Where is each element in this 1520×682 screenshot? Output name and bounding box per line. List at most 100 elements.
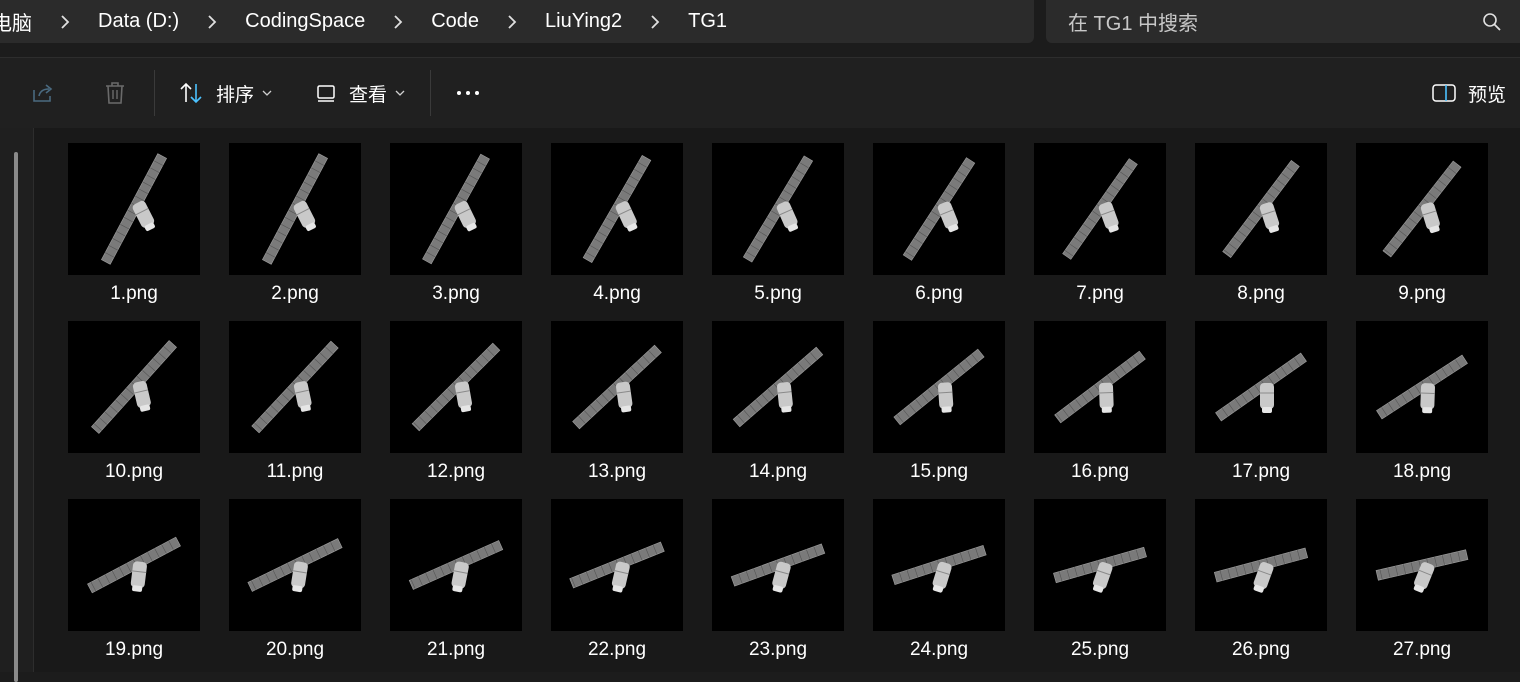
file-name[interactable]: 10.png <box>59 461 209 483</box>
file-thumbnail[interactable] <box>390 499 522 631</box>
file-item[interactable]: 24.png <box>864 484 1014 656</box>
search-placeholder[interactable]: 在 TG1 中搜索 <box>1068 7 1482 36</box>
file-thumbnail[interactable] <box>229 143 361 275</box>
file-thumbnail[interactable] <box>712 321 844 453</box>
file-name[interactable]: 5.png <box>703 283 853 305</box>
breadcrumb-item-data-drive[interactable]: Data (D:) <box>96 10 181 33</box>
file-name[interactable]: 19.png <box>59 639 209 661</box>
file-thumbnail[interactable] <box>1356 321 1488 453</box>
file-name[interactable]: 15.png <box>864 461 1014 483</box>
file-thumbnail[interactable] <box>1034 143 1166 275</box>
file-name[interactable]: 11.png <box>220 461 370 483</box>
file-thumbnail[interactable] <box>1195 143 1327 275</box>
view-button[interactable]: 查看 <box>315 58 405 128</box>
search-icon[interactable] <box>1482 12 1502 32</box>
sort-button[interactable]: 排序 <box>178 58 272 128</box>
file-item[interactable]: 14.png <box>703 306 853 478</box>
file-name[interactable]: 23.png <box>703 639 853 661</box>
file-thumbnail[interactable] <box>1356 499 1488 631</box>
file-item[interactable]: 17.png <box>1186 306 1336 478</box>
file-name[interactable]: 16.png <box>1025 461 1175 483</box>
file-view[interactable]: 1.png2.png3.png4.png5.png6.png7.png8.png… <box>0 128 1520 672</box>
file-item[interactable]: 9.png <box>1347 128 1497 300</box>
file-name[interactable]: 3.png <box>381 283 531 305</box>
file-item[interactable]: 22.png <box>542 484 692 656</box>
file-thumbnail[interactable] <box>390 143 522 275</box>
file-name[interactable]: 8.png <box>1186 283 1336 305</box>
file-name[interactable]: 25.png <box>1025 639 1175 661</box>
file-thumbnail[interactable] <box>551 321 683 453</box>
file-name[interactable]: 26.png <box>1186 639 1336 661</box>
file-item[interactable]: 15.png <box>864 306 1014 478</box>
file-item[interactable]: 20.png <box>220 484 370 656</box>
file-item[interactable]: 25.png <box>1025 484 1175 656</box>
file-name[interactable]: 13.png <box>542 461 692 483</box>
file-thumbnail[interactable] <box>873 499 1005 631</box>
file-item[interactable]: 21.png <box>381 484 531 656</box>
file-name[interactable]: 6.png <box>864 283 1014 305</box>
chevron-right-icon[interactable] <box>181 11 243 32</box>
file-thumbnail[interactable] <box>68 321 200 453</box>
chevron-right-icon[interactable] <box>34 11 96 32</box>
breadcrumb-item-liuying2[interactable]: LiuYing2 <box>543 10 624 33</box>
file-item[interactable]: 8.png <box>1186 128 1336 300</box>
file-item[interactable]: 19.png <box>59 484 209 656</box>
file-item[interactable]: 13.png <box>542 306 692 478</box>
file-item[interactable]: 6.png <box>864 128 1014 300</box>
file-item[interactable]: 12.png <box>381 306 531 478</box>
file-thumbnail[interactable] <box>1195 499 1327 631</box>
file-thumbnail[interactable] <box>712 143 844 275</box>
chevron-right-icon[interactable] <box>624 11 686 32</box>
file-item[interactable]: 16.png <box>1025 306 1175 478</box>
file-item[interactable]: 27.png <box>1347 484 1497 656</box>
navigation-scrollbar[interactable] <box>14 152 18 682</box>
file-thumbnail[interactable] <box>229 499 361 631</box>
file-name[interactable]: 24.png <box>864 639 1014 661</box>
file-item[interactable]: 2.png <box>220 128 370 300</box>
file-item[interactable]: 26.png <box>1186 484 1336 656</box>
breadcrumb-item-codingspace[interactable]: CodingSpace <box>243 10 367 33</box>
file-name[interactable]: 12.png <box>381 461 531 483</box>
file-item[interactable]: 10.png <box>59 306 209 478</box>
breadcrumb[interactable]: 电脑 Data (D:) CodingSpace Code LiuYing2 T… <box>0 0 1034 43</box>
file-thumbnail[interactable] <box>873 321 1005 453</box>
file-thumbnail[interactable] <box>390 321 522 453</box>
file-name[interactable]: 1.png <box>59 283 209 305</box>
file-name[interactable]: 7.png <box>1025 283 1175 305</box>
file-thumbnail[interactable] <box>1034 499 1166 631</box>
file-thumbnail[interactable] <box>68 143 200 275</box>
file-thumbnail[interactable] <box>68 499 200 631</box>
see-more-button[interactable] <box>455 58 481 128</box>
file-thumbnail[interactable] <box>551 143 683 275</box>
file-thumbnail[interactable] <box>1356 143 1488 275</box>
preview-pane-button[interactable]: 预览 <box>1432 58 1506 128</box>
file-name[interactable]: 14.png <box>703 461 853 483</box>
file-item[interactable]: 4.png <box>542 128 692 300</box>
breadcrumb-item-this-pc[interactable]: 电脑 <box>0 7 34 36</box>
file-item[interactable]: 1.png <box>59 128 209 300</box>
navigation-pane[interactable] <box>0 128 34 672</box>
file-name[interactable]: 4.png <box>542 283 692 305</box>
breadcrumb-item-tg1[interactable]: TG1 <box>686 10 729 33</box>
file-name[interactable]: 22.png <box>542 639 692 661</box>
file-name[interactable]: 27.png <box>1347 639 1497 661</box>
file-thumbnail[interactable] <box>873 143 1005 275</box>
file-name[interactable]: 20.png <box>220 639 370 661</box>
file-item[interactable]: 11.png <box>220 306 370 478</box>
file-thumbnail[interactable] <box>229 321 361 453</box>
file-item[interactable]: 7.png <box>1025 128 1175 300</box>
file-name[interactable]: 21.png <box>381 639 531 661</box>
search-input[interactable]: 在 TG1 中搜索 <box>1046 0 1520 43</box>
file-item[interactable]: 5.png <box>703 128 853 300</box>
file-name[interactable]: 2.png <box>220 283 370 305</box>
breadcrumb-item-code[interactable]: Code <box>429 10 481 33</box>
file-item[interactable]: 23.png <box>703 484 853 656</box>
file-name[interactable]: 17.png <box>1186 461 1336 483</box>
file-item[interactable]: 18.png <box>1347 306 1497 478</box>
file-thumbnail[interactable] <box>1195 321 1327 453</box>
file-thumbnail[interactable] <box>712 499 844 631</box>
file-thumbnail[interactable] <box>551 499 683 631</box>
delete-button[interactable] <box>102 58 128 128</box>
file-thumbnail[interactable] <box>1034 321 1166 453</box>
file-name[interactable]: 9.png <box>1347 283 1497 305</box>
